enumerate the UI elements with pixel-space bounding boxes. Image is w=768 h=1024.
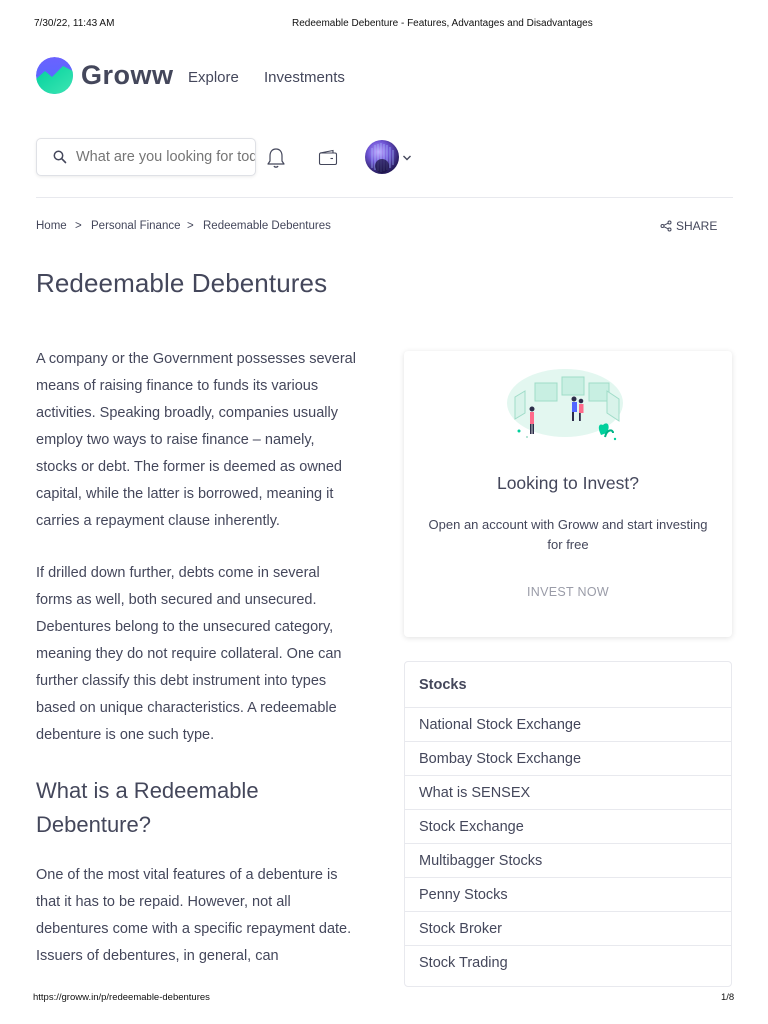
invest-now-button[interactable]: INVEST NOW xyxy=(404,585,732,599)
search-box[interactable] xyxy=(36,138,256,176)
stocks-link-national-stock-exchange[interactable]: National Stock Exchange xyxy=(405,708,731,742)
groww-logo-icon[interactable] xyxy=(36,57,73,94)
breadcrumb-personal-finance[interactable]: Personal Finance xyxy=(91,220,181,232)
article-paragraph: One of the most vital features of a debe… xyxy=(36,867,352,964)
page-title: Redeemable Debentures xyxy=(36,268,328,298)
print-url: https://groww.in/p/redeemable-debentures xyxy=(33,992,210,1003)
print-page-title: Redeemable Debenture - Features, Advanta… xyxy=(292,18,593,29)
search-icon xyxy=(53,150,67,164)
breadcrumb-separator: > xyxy=(75,220,82,232)
article-paragraph: A company or the Government possesses se… xyxy=(36,351,356,529)
breadcrumb-separator: > xyxy=(187,220,194,232)
section-heading: What is a Redeemable Debenture? xyxy=(36,778,259,837)
stocks-card: Stocks National Stock Exchange Bombay St… xyxy=(404,661,732,987)
print-date: 7/30/22, 11:43 AM xyxy=(34,18,115,29)
avatar[interactable] xyxy=(365,140,399,174)
share-button[interactable]: SHARE xyxy=(660,219,717,233)
invest-card: Looking to Invest? Open an account with … xyxy=(404,351,732,637)
stocks-list: National Stock Exchange Bombay Stock Exc… xyxy=(405,708,731,980)
invest-description: Open an account with Groww and start inv… xyxy=(428,517,708,552)
stocks-link-stock-exchange[interactable]: Stock Exchange xyxy=(405,810,731,844)
share-label: SHARE xyxy=(676,219,718,233)
stocks-link-penny-stocks[interactable]: Penny Stocks xyxy=(405,878,731,912)
breadcrumb-home[interactable]: Home xyxy=(36,220,67,232)
nav-investments[interactable]: Investments xyxy=(264,69,345,86)
stocks-link-what-is-sensex[interactable]: What is SENSEX xyxy=(405,776,731,810)
stocks-link-bombay-stock-exchange[interactable]: Bombay Stock Exchange xyxy=(405,742,731,776)
stocks-link-stock-broker[interactable]: Stock Broker xyxy=(405,912,731,946)
nav-explore[interactable]: Explore xyxy=(188,69,239,86)
header-divider xyxy=(36,197,733,198)
invest-illustration xyxy=(507,369,623,441)
breadcrumb-current[interactable]: Redeemable Debentures xyxy=(203,220,331,232)
share-icon xyxy=(660,220,672,232)
search-input[interactable] xyxy=(76,149,255,165)
article-body: A company or the Government possesses se… xyxy=(36,346,358,995)
brand-name[interactable]: Groww xyxy=(81,60,174,91)
wallet-icon[interactable] xyxy=(318,149,338,166)
print-page-number: 1/8 xyxy=(721,992,735,1003)
stocks-link-stock-trading[interactable]: Stock Trading xyxy=(405,946,731,980)
chevron-down-icon[interactable] xyxy=(402,154,412,162)
article-paragraph: If drilled down further, debts come in s… xyxy=(36,565,342,743)
invest-heading: Looking to Invest? xyxy=(496,473,640,493)
bell-icon[interactable] xyxy=(266,147,286,169)
stocks-card-header: Stocks xyxy=(405,662,731,708)
stocks-link-multibagger-stocks[interactable]: Multibagger Stocks xyxy=(405,844,731,878)
